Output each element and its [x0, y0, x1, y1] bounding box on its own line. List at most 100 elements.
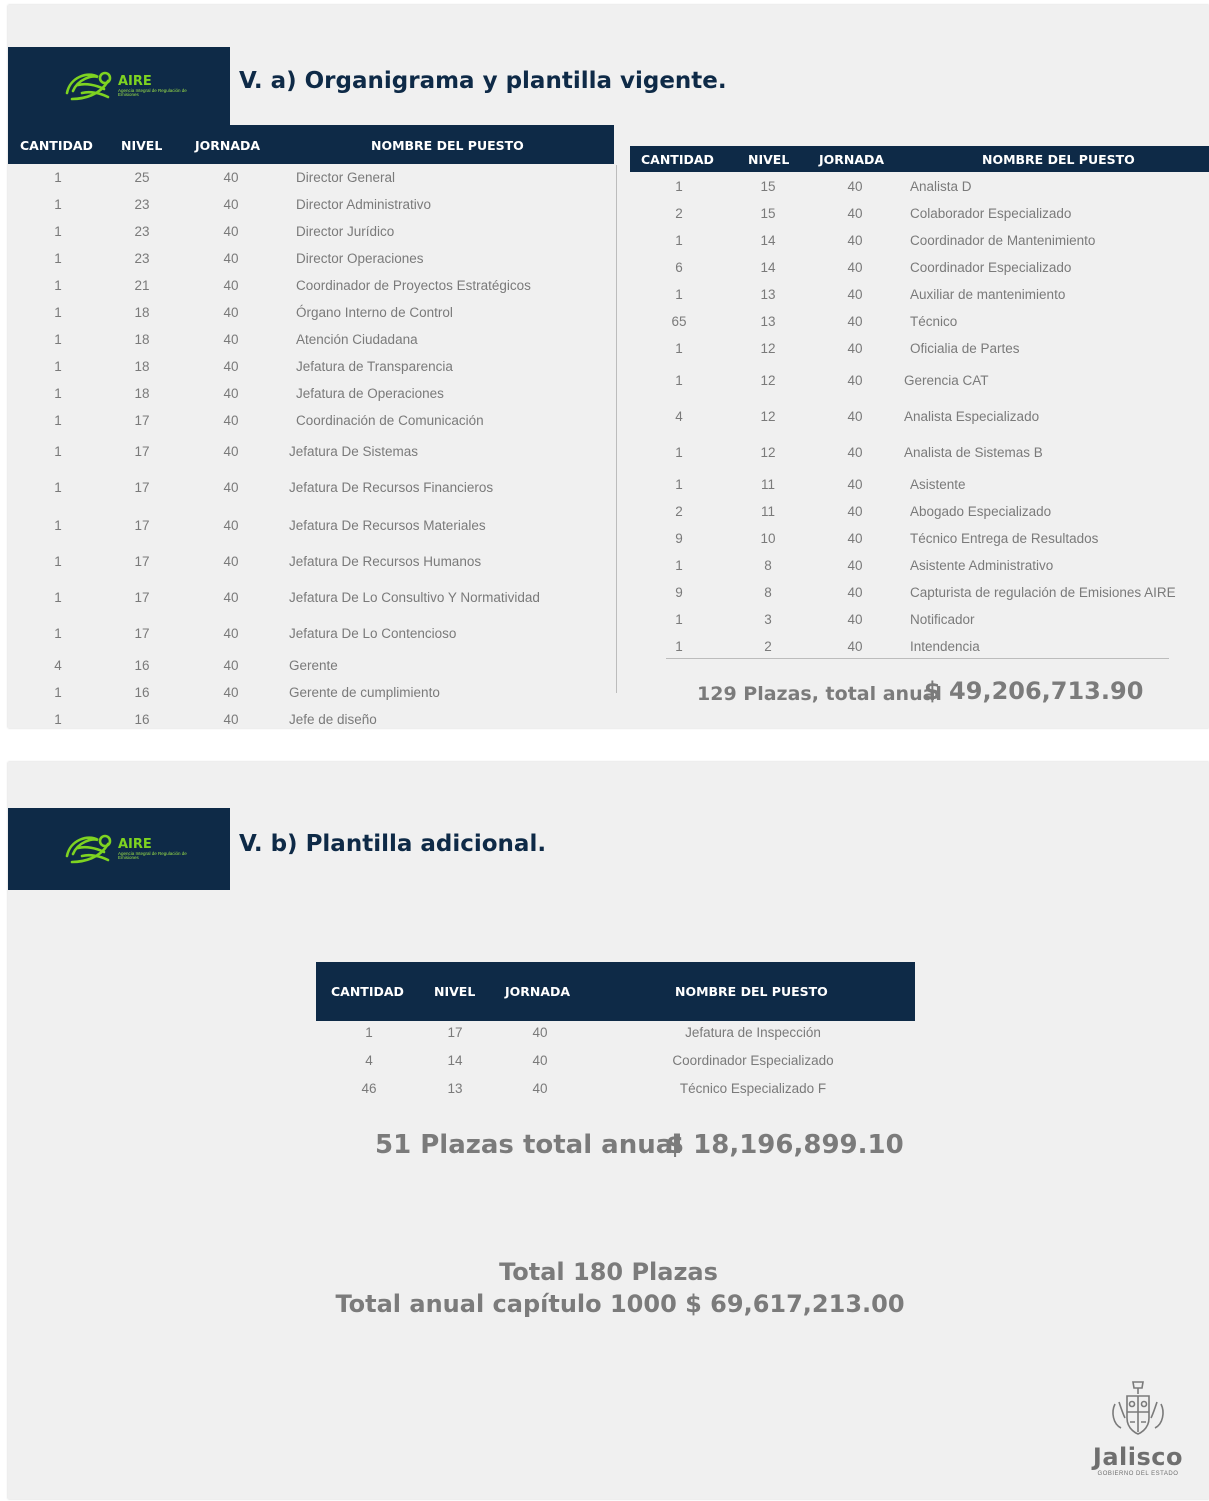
cell-nombre: Atención Ciudadana [296, 332, 418, 347]
cell-cantidad: 6 [675, 260, 683, 275]
cell-jornada: 40 [223, 626, 239, 641]
cell-cantidad: 1 [54, 251, 62, 266]
header-nombre: NOMBRE DEL PUESTO [982, 152, 1135, 167]
table-header-right: CANTIDAD NIVEL JORNADA NOMBRE DEL PUESTO [630, 146, 1209, 172]
cell-cantidad: 1 [54, 278, 62, 293]
header-nombre: NOMBRE DEL PUESTO [371, 138, 524, 153]
cell-cantidad: 46 [361, 1081, 377, 1096]
cell-nivel: 23 [134, 224, 150, 239]
cell-jornada: 40 [847, 445, 863, 460]
cell-nombre: Técnico Entrega de Resultados [910, 531, 1099, 546]
cell-jornada: 40 [847, 287, 863, 302]
cell-nombre: Abogado Especializado [910, 504, 1052, 519]
cell-nivel: 15 [760, 179, 776, 194]
cell-nivel: 8 [764, 585, 772, 600]
cell-nombre: Coordinador de Mantenimiento [910, 233, 1096, 248]
cell-jornada: 40 [223, 386, 239, 401]
cell-nombre: Coordinador Especializado [672, 1053, 834, 1068]
cell-nivel: 2 [764, 639, 772, 654]
cell-nivel: 18 [134, 332, 150, 347]
slide-plantilla-adicional: AIRE Agencia Integral de Regulación de E… [8, 762, 1209, 1499]
cell-nombre: Jefatura de Inspección [685, 1025, 821, 1040]
cell-jornada: 40 [532, 1081, 548, 1096]
cell-nivel: 3 [764, 612, 772, 627]
cell-nivel: 17 [134, 444, 150, 459]
cell-nivel: 17 [134, 413, 150, 428]
cell-cantidad: 1 [54, 626, 62, 641]
cell-nombre: Técnico [910, 314, 958, 329]
cell-nombre: Jefatura De Lo Contencioso [289, 626, 457, 641]
cell-nivel: 21 [134, 278, 150, 293]
cell-nombre: Oficialia de Partes [910, 341, 1020, 356]
cell-nombre: Director Jurídico [296, 224, 395, 239]
cell-cantidad: 1 [54, 332, 62, 347]
total-amount: $ 18,196,899.10 [666, 1130, 904, 1160]
cell-nivel: 16 [134, 685, 150, 700]
cell-cantidad: 4 [54, 658, 62, 673]
cell-nombre: Jefatura De Recursos Humanos [289, 554, 482, 569]
cell-jornada: 40 [223, 554, 239, 569]
cell-nombre: Director General [296, 170, 396, 185]
cell-nombre: Coordinador de Proyectos Estratégicos [296, 278, 531, 293]
cell-cantidad: 1 [54, 359, 62, 374]
logo-tagline: Agencia Integral de Regulación de Emisio… [118, 87, 187, 97]
total-plazas-label: 129 Plazas, total anual [697, 683, 942, 705]
cell-nombre: Colaborador Especializado [910, 206, 1072, 221]
cell-cantidad: 1 [675, 445, 683, 460]
cell-nivel: 10 [760, 531, 776, 546]
cell-cantidad: 1 [675, 558, 683, 573]
cell-jornada: 40 [847, 531, 863, 546]
cell-cantidad: 1 [54, 518, 62, 533]
cell-nivel: 18 [134, 386, 150, 401]
cell-jornada: 40 [223, 444, 239, 459]
cell-jornada: 40 [223, 658, 239, 673]
cell-nivel: 16 [134, 658, 150, 673]
column-divider [616, 165, 617, 693]
cell-jornada: 40 [223, 332, 239, 347]
cell-cantidad: 1 [675, 612, 683, 627]
cell-cantidad: 1 [54, 712, 62, 727]
cell-nivel: 15 [760, 206, 776, 221]
cell-cantidad: 1 [365, 1025, 373, 1040]
cell-jornada: 40 [223, 278, 239, 293]
cell-nivel: 17 [134, 518, 150, 533]
cell-jornada: 40 [847, 409, 863, 424]
cell-jornada: 40 [847, 179, 863, 194]
total-plazas-label: 51 Plazas total anual [375, 1130, 683, 1160]
cell-nivel: 17 [134, 626, 150, 641]
header-jornada: JORNADA [819, 152, 885, 167]
coat-of-arms-icon [1112, 1381, 1164, 1435]
cell-jornada: 40 [223, 251, 239, 266]
cell-cantidad: 1 [54, 386, 62, 401]
cell-nivel: 12 [760, 409, 776, 424]
aire-logo: AIRE Agencia Integral de Regulación de E… [8, 47, 230, 125]
cell-nivel: 18 [134, 359, 150, 374]
cell-nivel: 13 [760, 314, 776, 329]
cell-nombre: Gerencia CAT [904, 373, 989, 388]
cell-cantidad: 1 [54, 170, 62, 185]
cell-jornada: 40 [223, 305, 239, 320]
header-cantidad: CANTIDAD [641, 152, 714, 167]
cell-jornada: 40 [223, 170, 239, 185]
cell-cantidad: 1 [54, 413, 62, 428]
cell-cantidad: 1 [54, 480, 62, 495]
cell-nombre: Jefatura De Recursos Financieros [289, 480, 494, 495]
cell-jornada: 40 [847, 341, 863, 356]
cell-jornada: 40 [847, 314, 863, 329]
cell-cantidad: 1 [54, 685, 62, 700]
cell-nombre: Órgano Interno de Control [296, 305, 453, 320]
table-header-additional: CANTIDAD NIVEL JORNADA NOMBRE DEL PUESTO [316, 962, 915, 1021]
cell-nivel: 12 [760, 445, 776, 460]
cell-jornada: 40 [223, 480, 239, 495]
cell-nivel: 11 [760, 504, 776, 519]
cell-cantidad: 1 [675, 179, 683, 194]
cell-jornada: 40 [223, 712, 239, 727]
cell-jornada: 40 [223, 224, 239, 239]
header-nivel: NIVEL [748, 152, 790, 167]
cell-jornada: 40 [847, 612, 863, 627]
cell-cantidad: 9 [675, 531, 683, 546]
cell-nombre: Auxiliar de mantenimiento [910, 287, 1066, 302]
cell-nombre: Jefatura De Sistemas [289, 444, 419, 459]
cell-nombre: Notificador [910, 612, 975, 627]
cell-nombre: Jefatura de Operaciones [296, 386, 444, 401]
